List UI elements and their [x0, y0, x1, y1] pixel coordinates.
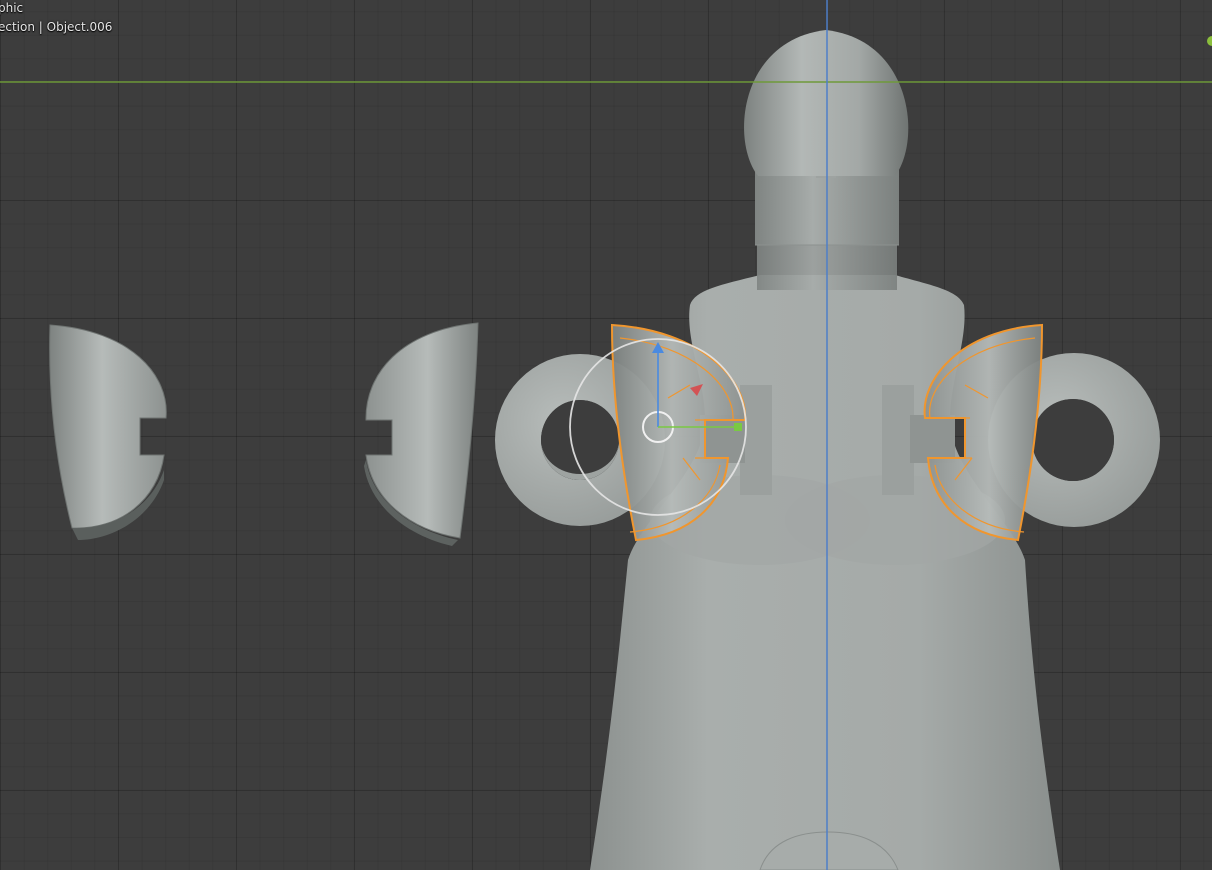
3d-viewport[interactable]: phic ection | Object.006 — [0, 0, 1212, 870]
view-mode-label: phic — [0, 1, 24, 15]
hemisphere-left-inner[interactable] — [364, 322, 479, 546]
axis-dot-icon[interactable] — [1207, 36, 1212, 46]
mannequin-head[interactable] — [744, 30, 909, 176]
hemisphere-left-outer[interactable] — [49, 324, 167, 540]
collection-object-label: ection | Object.006 — [0, 20, 113, 34]
scene-canvas[interactable] — [0, 0, 1212, 870]
